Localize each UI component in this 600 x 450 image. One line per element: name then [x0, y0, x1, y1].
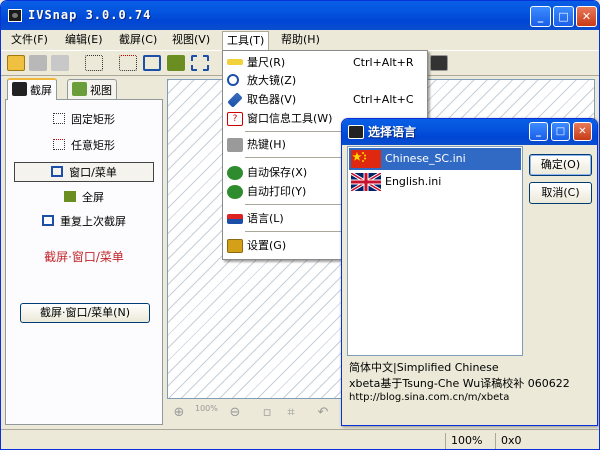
camera-icon [12, 82, 27, 96]
language-item-english[interactable]: English.ini [349, 171, 521, 193]
hotkey-icon [227, 138, 243, 152]
fullscreen-icon[interactable] [167, 55, 185, 71]
eyedropper-icon [227, 92, 243, 108]
status-bar: 100% 0x0 [1, 429, 599, 449]
capture-window-menu[interactable]: 窗口/菜单 [14, 162, 154, 182]
window-capture-icon[interactable] [143, 55, 161, 71]
zoom-out-icon[interactable]: ⊖ [227, 405, 243, 421]
fullscreen-icon [64, 191, 76, 202]
repeat-capture-icon [42, 215, 54, 226]
current-capture-mode: 截屏·窗口/菜单 [44, 250, 124, 264]
menu-item-color-picker[interactable]: 取色器(V) Ctrl+Alt+C [225, 90, 425, 110]
save-icon[interactable] [29, 55, 47, 71]
dialog-title-bar[interactable]: 选择语言 _ □ ✕ [342, 119, 597, 145]
dialog-maximize-button[interactable]: □ [551, 122, 570, 141]
autoprint-icon [227, 185, 243, 199]
status-zoom: 100% [445, 433, 495, 449]
main-window: IVSnap 3.0.0.74 _ □ ✕ 文件(F) 编辑(E) 截屏(C) … [0, 0, 600, 450]
undo-icon[interactable]: ↶ [315, 405, 331, 421]
language-info-name: 简体中文|Simplified Chinese [349, 361, 499, 374]
menu-item-ruler[interactable]: 量尺(R) Ctrl+Alt+R [225, 53, 425, 73]
language-dialog: 选择语言 _ □ ✕ Chinese_SC.ini English.ini 确定… [341, 118, 598, 426]
ok-button[interactable]: 确定(O) [529, 154, 592, 176]
uk-flag-icon [351, 173, 381, 191]
status-color: 0x0 [495, 433, 595, 449]
open-icon[interactable] [7, 55, 25, 71]
capture-repeat-last[interactable]: 重复上次截屏 [14, 212, 154, 232]
crop-icon[interactable]: ⌗ [283, 405, 299, 421]
window-capture-icon [51, 166, 64, 177]
zoom-percent[interactable]: 100% [195, 405, 218, 421]
language-item-chinese[interactable]: Chinese_SC.ini [349, 148, 521, 170]
menu-bar: 文件(F) 编辑(E) 截屏(C) 视图(V) 工具(T) 帮助(H) [1, 30, 599, 50]
ruler-icon [227, 59, 243, 65]
tab-capture[interactable]: 截屏 [7, 78, 57, 100]
close-button[interactable]: ✕ [576, 6, 597, 27]
language-info-url: http://blog.sina.com.cn/m/xbeta [349, 392, 510, 403]
camera-icon [348, 125, 364, 139]
zoom-in-icon[interactable]: ⊕ [171, 405, 187, 421]
app-camera-icon [8, 9, 22, 22]
menu-tools[interactable]: 工具(T) [222, 31, 270, 50]
dialog-close-button[interactable]: ✕ [573, 122, 592, 141]
tab-view[interactable]: 视图 [67, 79, 117, 99]
menu-file[interactable]: 文件(F) [7, 33, 52, 48]
print-icon[interactable] [51, 55, 69, 71]
free-rect-icon[interactable] [119, 55, 137, 71]
menu-capture[interactable]: 截屏(C) [115, 33, 161, 48]
language-info-credits: xbeta基于Tsung-Che Wu译稿校补 060622 [349, 377, 570, 390]
title-bar[interactable]: IVSnap 3.0.0.74 _ □ ✕ [1, 1, 599, 30]
repeat-capture-icon[interactable] [191, 55, 209, 71]
minimize-button[interactable]: _ [530, 6, 551, 27]
sidebar: 截屏 视图 固定矩形 任意矩形 窗口/菜单 全屏 重复上次截屏 截屏·窗口/菜单… [5, 78, 163, 429]
capture-window-menu-button[interactable]: 截屏·窗口/菜单(N) [20, 303, 150, 323]
menu-edit[interactable]: 编辑(E) [61, 33, 107, 48]
fixed-rect-icon [53, 113, 65, 124]
autosave-icon [227, 166, 243, 180]
capture-panel: 固定矩形 任意矩形 窗口/菜单 全屏 重复上次截屏 截屏·窗口/菜单 截屏·窗口… [5, 99, 163, 425]
toolbar-extra-icon[interactable] [430, 55, 448, 71]
magnifier-icon [227, 74, 239, 86]
capture-fullscreen[interactable]: 全屏 [14, 188, 154, 208]
sidebar-tabs: 截屏 视图 [5, 78, 163, 101]
dialog-title: 选择语言 [368, 125, 417, 139]
menu-help[interactable]: 帮助(H) [277, 33, 324, 48]
copy-icon[interactable]: ▫ [259, 405, 275, 421]
menu-item-magnifier[interactable]: 放大镜(Z) [225, 71, 425, 91]
dialog-minimize-button[interactable]: _ [529, 122, 548, 141]
capture-free-rect[interactable]: 任意矩形 [14, 136, 154, 156]
picture-icon [72, 82, 87, 96]
china-flag-icon [351, 150, 381, 168]
menu-view[interactable]: 视图(V) [168, 33, 214, 48]
window-title: IVSnap 3.0.0.74 [28, 8, 152, 22]
language-list: Chinese_SC.ini English.ini [347, 146, 523, 356]
fixed-rect-icon[interactable] [85, 55, 103, 71]
language-icon [227, 214, 243, 224]
free-rect-icon [53, 139, 65, 150]
window-info-icon: ? [227, 112, 243, 126]
settings-icon [227, 239, 243, 253]
capture-fixed-rect[interactable]: 固定矩形 [14, 110, 154, 130]
cancel-button[interactable]: 取消(C) [529, 182, 592, 204]
maximize-button[interactable]: □ [553, 6, 574, 27]
